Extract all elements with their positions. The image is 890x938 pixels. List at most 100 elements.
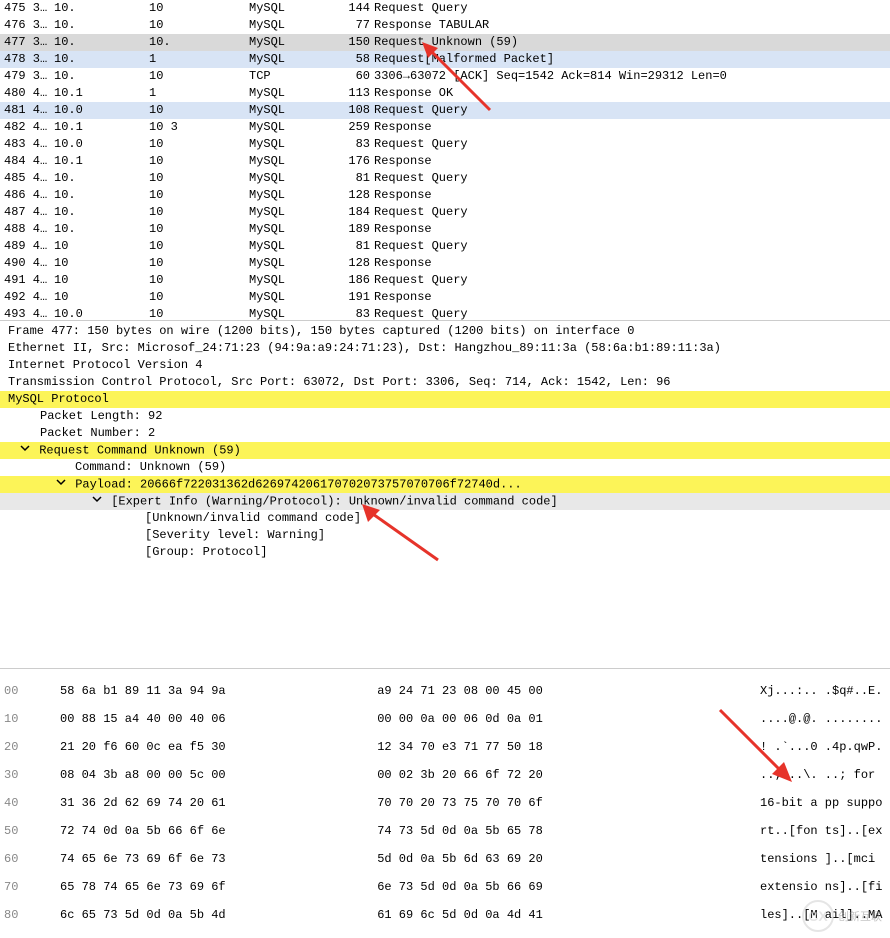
col-protocol: MySQL — [249, 289, 334, 306]
col-info: Request Query — [374, 102, 886, 119]
col-src: 10. — [54, 0, 149, 17]
col-protocol: MySQL — [249, 153, 334, 170]
detail-expert-group[interactable]: [Group: Protocol] — [0, 544, 890, 561]
packet-row[interactable]: 476 3…10.10MySQL77Response TABULAR — [0, 17, 890, 34]
hex-row[interactable]: 7065 78 74 65 6e 73 69 6f 6e 73 5d 0d 0a… — [4, 873, 886, 901]
col-no: 476 3… — [4, 17, 54, 34]
hex-offset: 00 — [4, 677, 60, 705]
col-protocol: MySQL — [249, 255, 334, 272]
col-src2: 10 — [149, 238, 249, 255]
detail-ethernet[interactable]: Ethernet II, Src: Microsof_24:71:23 (94:… — [0, 340, 890, 357]
col-length: 58 — [334, 51, 374, 68]
hex-bytes: 00 02 3b 20 66 6f 72 20 — [370, 761, 760, 789]
hex-row[interactable]: 4031 36 2d 62 69 74 20 61 70 70 20 73 75… — [4, 789, 886, 817]
packet-row[interactable]: 484 4…10.110MySQL176Response — [0, 153, 890, 170]
packet-details-pane: Frame 477: 150 bytes on wire (1200 bits)… — [0, 320, 890, 630]
col-length: 259 — [334, 119, 374, 136]
packet-row[interactable]: 493 4…10.010MySQL83Request Query — [0, 306, 890, 320]
hex-bytes: 72 74 0d 0a 5b 66 6f 6e — [60, 817, 370, 845]
chevron-down-icon[interactable] — [90, 493, 104, 510]
col-info: Request Query — [374, 238, 886, 255]
col-info: Response OK — [374, 85, 886, 102]
col-length: 186 — [334, 272, 374, 289]
col-protocol: MySQL — [249, 170, 334, 187]
packet-row[interactable]: 485 4…10.10MySQL81Request Query — [0, 170, 890, 187]
hex-offset: 40 — [4, 789, 60, 817]
packet-row[interactable]: 475 3…10.10MySQL144Request Query — [0, 0, 890, 17]
packet-row[interactable]: 486 4…10.10MySQL128Response — [0, 187, 890, 204]
col-length: 83 — [334, 306, 374, 320]
col-length: 176 — [334, 153, 374, 170]
detail-expert-msg[interactable]: [Unknown/invalid command code] — [0, 510, 890, 527]
hex-bytes: 08 04 3b a8 00 00 5c 00 — [60, 761, 370, 789]
col-info: Response — [374, 255, 886, 272]
col-no: 488 4… — [4, 221, 54, 238]
chevron-down-icon[interactable] — [54, 476, 68, 493]
col-protocol: MySQL — [249, 119, 334, 136]
hex-row[interactable]: 5072 74 0d 0a 5b 66 6f 6e 74 73 5d 0d 0a… — [4, 817, 886, 845]
detail-request-command-label: Request Command Unknown (59) — [39, 444, 241, 458]
col-src2: 10 — [149, 255, 249, 272]
col-protocol: MySQL — [249, 238, 334, 255]
col-info: Response — [374, 153, 886, 170]
hex-row[interactable]: 0058 6a b1 89 11 3a 94 9a a9 24 71 23 08… — [4, 677, 886, 705]
col-src2: 10 3 — [149, 119, 249, 136]
col-length: 113 — [334, 85, 374, 102]
col-info: 3306→63072 [ACK] Seq=1542 Ack=814 Win=29… — [374, 68, 886, 85]
col-no: 479 3… — [4, 68, 54, 85]
col-info: Request Query — [374, 272, 886, 289]
chevron-down-icon[interactable] — [18, 442, 32, 459]
packet-row[interactable]: 482 4…10.110 3MySQL259Response — [0, 119, 890, 136]
col-length: 77 — [334, 17, 374, 34]
packet-row[interactable]: 492 4…1010MySQL191Response — [0, 289, 890, 306]
packet-row[interactable]: 491 4…1010MySQL186Request Query — [0, 272, 890, 289]
detail-payload[interactable]: Payload: 20666f722031362d626974206170702… — [0, 476, 890, 493]
hex-row[interactable]: 2021 20 f6 60 0c ea f5 30 12 34 70 e3 71… — [4, 733, 886, 761]
hex-ascii: tensions ]..[mci — [760, 845, 886, 873]
detail-ip[interactable]: Internet Protocol Version 4 — [0, 357, 890, 374]
col-src2: 10 — [149, 221, 249, 238]
logo-icon: CX — [802, 900, 834, 932]
col-length: 128 — [334, 255, 374, 272]
packet-row[interactable]: 478 3…10.1MySQL58Request[Malformed Packe… — [0, 51, 890, 68]
col-length: 83 — [334, 136, 374, 153]
packet-row[interactable]: 480 4…10.11MySQL113Response OK — [0, 85, 890, 102]
hex-offset: 70 — [4, 873, 60, 901]
col-info: Request[Malformed Packet] — [374, 51, 886, 68]
col-info: Request Query — [374, 136, 886, 153]
detail-request-command[interactable]: Request Command Unknown (59) — [0, 442, 890, 459]
packet-row[interactable]: 487 4…10.10MySQL184Request Query — [0, 204, 890, 221]
detail-packet-length[interactable]: Packet Length: 92 — [0, 408, 890, 425]
detail-expert-severity[interactable]: [Severity level: Warning] — [0, 527, 890, 544]
col-length: 184 — [334, 204, 374, 221]
detail-frame[interactable]: Frame 477: 150 bytes on wire (1200 bits)… — [0, 323, 890, 340]
detail-mysql-protocol[interactable]: MySQL Protocol — [0, 391, 890, 408]
col-protocol: MySQL — [249, 204, 334, 221]
hex-row[interactable]: 6074 65 6e 73 69 6f 6e 73 5d 0d 0a 5b 6d… — [4, 845, 886, 873]
hex-row[interactable]: 806c 65 73 5d 0d 0a 5b 4d 61 69 6c 5d 0d… — [4, 901, 886, 929]
packet-row[interactable]: 477 3…10.10.MySQL150Request Unknown (59) — [0, 34, 890, 51]
col-no: 492 4… — [4, 289, 54, 306]
hex-row[interactable]: 1000 88 15 a4 40 00 40 06 00 00 0a 00 06… — [4, 705, 886, 733]
packet-row[interactable]: 488 4…10.10MySQL189Response — [0, 221, 890, 238]
packet-row[interactable]: 490 4…1010MySQL128Response — [0, 255, 890, 272]
detail-expert-info[interactable]: [Expert Info (Warning/Protocol): Unknown… — [0, 493, 890, 510]
col-length: 108 — [334, 102, 374, 119]
packet-row[interactable]: 479 3…10.10TCP603306→63072 [ACK] Seq=154… — [0, 68, 890, 85]
col-src2: 10 — [149, 102, 249, 119]
hex-bytes: 74 65 6e 73 69 6f 6e 73 — [60, 845, 370, 873]
hex-row[interactable]: 3008 04 3b a8 00 00 5c 00 00 02 3b 20 66… — [4, 761, 886, 789]
hex-ascii: rt..[fon ts]..[ex — [760, 817, 886, 845]
packet-row[interactable]: 489 4…1010MySQL81Request Query — [0, 238, 890, 255]
col-src2: 10 — [149, 153, 249, 170]
packet-row[interactable]: 481 4…10.010MySQL108Request Query — [0, 102, 890, 119]
detail-tcp[interactable]: Transmission Control Protocol, Src Port:… — [0, 374, 890, 391]
col-src: 10 — [54, 255, 149, 272]
col-no: 486 4… — [4, 187, 54, 204]
packet-row[interactable]: 483 4…10.010MySQL83Request Query — [0, 136, 890, 153]
detail-packet-number[interactable]: Packet Number: 2 — [0, 425, 890, 442]
watermark-logo: CX 创新互联 — [802, 900, 882, 932]
hex-offset: 50 — [4, 817, 60, 845]
hex-ascii: extensio ns]..[fi — [760, 873, 886, 901]
detail-command[interactable]: Command: Unknown (59) — [0, 459, 890, 476]
